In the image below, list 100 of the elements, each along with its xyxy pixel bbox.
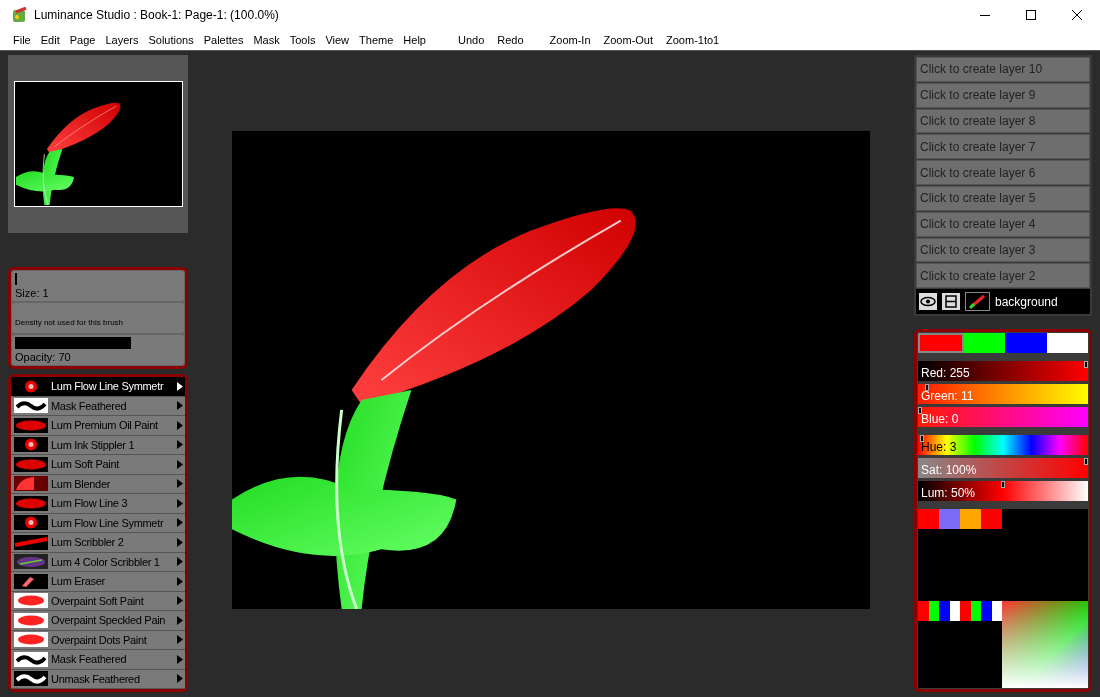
- recent-color-swatch[interactable]: [918, 509, 939, 530]
- slider-thumb[interactable]: [924, 384, 929, 392]
- brush-item[interactable]: Lum Flow Line Symmetr: [11, 513, 185, 533]
- brush-item[interactable]: Lum Blender: [11, 474, 185, 494]
- layer-row[interactable]: Click to create layer 7: [916, 134, 1090, 160]
- color-picker-field[interactable]: [1002, 601, 1088, 688]
- layer-row[interactable]: Click to create layer 3: [916, 237, 1090, 263]
- menu-item[interactable]: Help: [403, 31, 426, 49]
- layer-thumbnail-icon: [965, 292, 990, 312]
- slider-thumb[interactable]: [918, 407, 922, 415]
- brush-item[interactable]: Lum Flow Line Symmetr: [11, 377, 185, 397]
- minimize-icon: [980, 14, 990, 16]
- layer-row[interactable]: Click to create layer 4: [916, 211, 1090, 237]
- splatter-icon: [14, 515, 48, 531]
- size-slider[interactable]: Size: 1: [12, 271, 184, 301]
- blend-stroke-icon: [14, 476, 48, 492]
- soft-stroke-icon: [14, 495, 48, 511]
- menu-item[interactable]: File: [13, 31, 31, 49]
- paint-blob-icon: [14, 632, 48, 648]
- basic-color-swatch[interactable]: [970, 601, 981, 621]
- recent-color-swatch[interactable]: [981, 509, 1002, 530]
- brush-item[interactable]: Lum Soft Paint: [11, 455, 185, 475]
- layer-row[interactable]: Click to create layer 2: [916, 263, 1090, 289]
- color-swatch[interactable]: [963, 333, 1005, 354]
- slider-thumb[interactable]: [1084, 361, 1088, 369]
- density-note: Density not used for this brush: [15, 317, 124, 329]
- layer-row[interactable]: Click to create layer 5: [916, 186, 1090, 211]
- basic-color-swatch[interactable]: [939, 601, 950, 621]
- basic-color-swatch[interactable]: [991, 601, 1002, 621]
- toolbar-button[interactable]: Redo: [497, 31, 524, 49]
- brush-item[interactable]: Overpaint Speckled Pain: [11, 611, 185, 631]
- basic-color-swatch[interactable]: [949, 601, 960, 621]
- eraser-stroke-icon: [14, 573, 48, 589]
- slider-thumb[interactable]: [1084, 458, 1088, 466]
- paint-blob-icon: [14, 612, 48, 628]
- wave-stroke-icon: [14, 651, 48, 667]
- brush-item[interactable]: Lum Ink Stippler 1: [11, 435, 185, 455]
- color-slider[interactable]: Green: 11: [918, 384, 1088, 405]
- layer-row[interactable]: Click to create layer 6: [916, 160, 1090, 185]
- soft-stroke-icon: [14, 417, 48, 433]
- layer-row[interactable]: Click to create layer 9: [916, 82, 1090, 108]
- toolbar-button[interactable]: Zoom-1to1: [666, 31, 720, 49]
- layer-row[interactable]: Click to create layer 8: [916, 108, 1090, 134]
- menu-item[interactable]: View: [325, 31, 350, 49]
- recent-color-swatch[interactable]: [939, 509, 960, 530]
- opacity-slider[interactable]: Opacity: 70: [12, 335, 184, 365]
- color-swatch[interactable]: [1005, 333, 1047, 354]
- menu-item[interactable]: Palettes: [203, 31, 244, 49]
- splatter-icon: [14, 437, 48, 453]
- slider-thumb[interactable]: [919, 435, 924, 443]
- brush-item[interactable]: Lum Eraser: [11, 572, 185, 592]
- brush-item[interactable]: Lum Premium Oil Paint: [11, 416, 185, 436]
- brush-item[interactable]: Overpaint Dots Paint: [11, 630, 185, 650]
- basic-color-swatch[interactable]: [960, 601, 971, 621]
- toolbar-button[interactable]: Undo: [457, 31, 485, 49]
- menu-item[interactable]: Layers: [105, 31, 139, 49]
- brush-item[interactable]: Mask Feathered: [11, 396, 185, 416]
- color-slider[interactable]: Blue: 0: [918, 407, 1088, 428]
- eye-icon[interactable]: [919, 293, 937, 311]
- maximize-icon: [1026, 10, 1036, 20]
- toolbar-button[interactable]: Zoom-Out: [603, 31, 654, 49]
- soft-stroke-icon: [14, 456, 48, 472]
- paint-palette-icon: [12, 7, 28, 23]
- size-label: Size: 1: [15, 285, 50, 301]
- menu-item[interactable]: Page: [69, 31, 96, 49]
- color-slider[interactable]: Hue: 3: [918, 435, 1088, 456]
- toolbar-button[interactable]: Zoom-In: [549, 31, 591, 49]
- brush-item[interactable]: Lum 4 Color Scribbler 1: [11, 552, 185, 572]
- basic-color-swatch[interactable]: [981, 601, 992, 621]
- basic-color-swatch[interactable]: [928, 601, 939, 621]
- close-icon: [1072, 10, 1082, 20]
- wave-stroke-icon: [14, 671, 48, 687]
- brush-item[interactable]: Lum Flow Line 3: [11, 494, 185, 514]
- color-slider[interactable]: Sat: 100%: [918, 458, 1088, 479]
- color-slider[interactable]: Red: 255: [918, 361, 1088, 382]
- recent-color-swatch[interactable]: [960, 509, 981, 530]
- brush-item[interactable]: Mask Feathered: [11, 650, 185, 670]
- wave-stroke-icon: [14, 398, 48, 414]
- menu-item[interactable]: Mask: [253, 31, 280, 49]
- layer-row[interactable]: Click to create layer 10: [916, 57, 1090, 82]
- streak-stroke-icon: [14, 534, 48, 550]
- layer-row[interactable]: background: [916, 289, 1090, 315]
- color-swatch[interactable]: [918, 333, 964, 354]
- scribble-stroke-icon: [14, 554, 48, 570]
- opacity-label: Opacity: 70: [15, 349, 72, 365]
- menu-item[interactable]: Solutions: [148, 31, 194, 49]
- slider-thumb[interactable]: [1001, 481, 1005, 489]
- brush-item[interactable]: Lum Scribbler 2: [11, 533, 185, 553]
- color-swatch[interactable]: [1046, 333, 1088, 354]
- window-title: Luminance Studio : Book-1: Page-1: (100.0%): [34, 7, 279, 24]
- thumbnail-frame[interactable]: [13, 81, 183, 207]
- paint-blob-icon: [14, 593, 48, 609]
- brush-item[interactable]: Unmask Feathered: [11, 669, 185, 689]
- brush-item[interactable]: Overpaint Soft Paint: [11, 591, 185, 611]
- color-slider[interactable]: Lum: 50%: [918, 481, 1088, 502]
- menu-item[interactable]: Tools: [289, 31, 316, 49]
- basic-color-swatch[interactable]: [918, 601, 929, 621]
- menu-item[interactable]: Theme: [359, 31, 394, 49]
- menu-item[interactable]: Edit: [40, 31, 60, 49]
- canvas[interactable]: [232, 130, 870, 609]
